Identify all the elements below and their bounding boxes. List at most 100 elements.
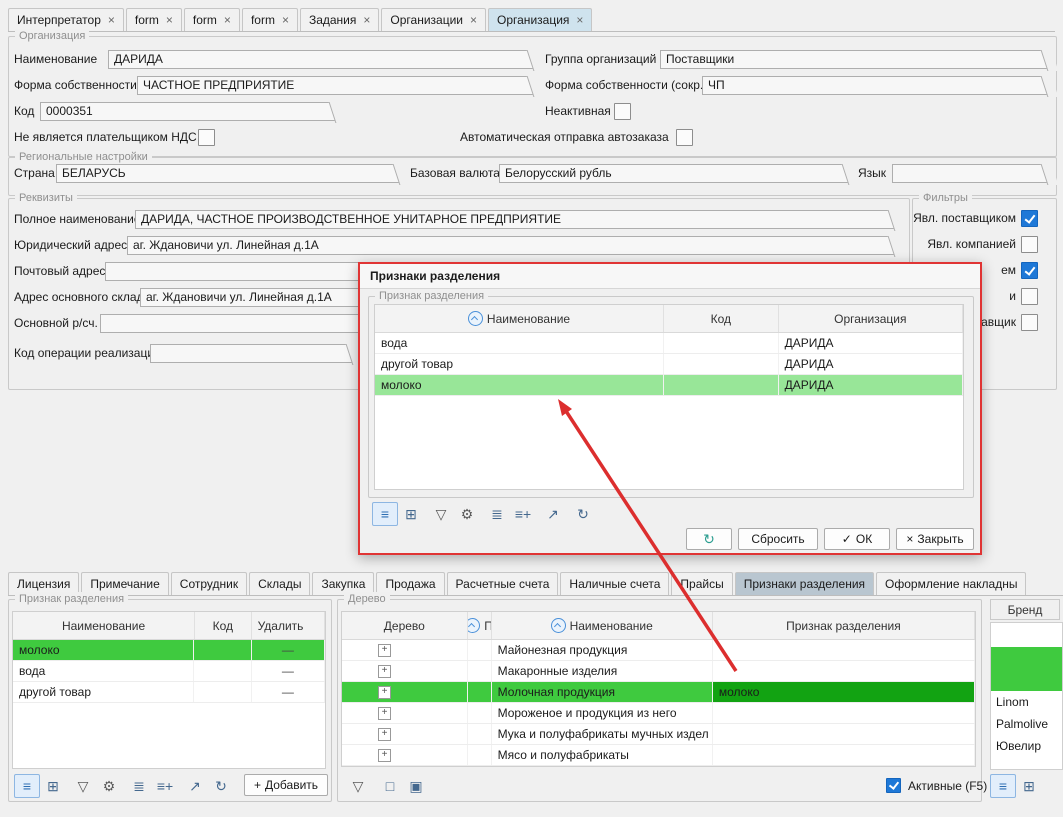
tab-form-3[interactable]: form× [242, 8, 298, 31]
delete-cell[interactable]: — [252, 682, 325, 702]
tree-row[interactable]: + Майонезная продукция [342, 640, 975, 661]
ownership-short-input[interactable]: ЧП [702, 76, 1050, 95]
filter-3-checkbox[interactable] [1021, 262, 1038, 279]
country-input[interactable]: БЕЛАРУСЬ [56, 164, 402, 183]
col-code-header[interactable]: Код [195, 612, 252, 639]
filter-icon[interactable]: ▽ [428, 502, 454, 526]
table-row[interactable]: вода — [13, 661, 325, 682]
inactive-checkbox[interactable] [614, 103, 631, 120]
expand-icon[interactable]: + [378, 707, 391, 720]
numbered-list-icon[interactable]: ≣ [484, 502, 510, 526]
brand-item[interactable] [991, 623, 1062, 647]
auto-order-checkbox[interactable] [676, 129, 693, 146]
col-name-header[interactable]: Наименование [492, 612, 713, 639]
language-input[interactable] [892, 164, 1050, 183]
card-view-icon[interactable]: □ [377, 774, 403, 798]
close-icon[interactable]: × [576, 14, 583, 26]
full-name-input[interactable]: ДАРИДА, ЧАСТНОЕ ПРОИЗВОДСТВЕННОЕ УНИТАРН… [135, 210, 897, 229]
col-delete-header[interactable]: Удалить [252, 612, 325, 639]
currency-input[interactable]: Белорусский рубль [499, 164, 851, 183]
col-code-header[interactable]: Код [664, 305, 779, 332]
tree-row[interactable]: + Мука и полуфабрикаты мучных издел [342, 724, 975, 745]
expand-icon[interactable]: + [378, 686, 391, 699]
filter-icon[interactable]: ▽ [345, 774, 371, 798]
brand-item[interactable] [991, 647, 1062, 691]
tab-zadaniya[interactable]: Задания× [300, 8, 379, 31]
tab-nalichnye-scheta[interactable]: Наличные счета [560, 572, 669, 595]
no-vat-checkbox[interactable] [198, 129, 215, 146]
expand-icon[interactable]: + [378, 728, 391, 741]
refresh-icon[interactable]: ↻ [208, 774, 234, 798]
add-to-list-icon[interactable]: ≡+ [152, 774, 178, 798]
view-list-icon[interactable]: ≡ [990, 774, 1016, 798]
legal-address-input[interactable]: аг. Ждановичи ул. Линейная д.1А [127, 236, 897, 255]
close-icon[interactable]: × [363, 14, 370, 26]
filter-icon[interactable]: ▽ [70, 774, 96, 798]
close-icon[interactable]: × [282, 14, 289, 26]
close-icon[interactable]: × [166, 14, 173, 26]
settings-gear-icon[interactable]: ⚙ [454, 502, 480, 526]
tab-priznaki-razdeleniya[interactable]: Признаки разделения [735, 572, 874, 595]
tab-praysy[interactable]: Прайсы [671, 572, 732, 595]
reset-button[interactable]: Сбросить [738, 528, 818, 550]
delete-cell[interactable]: — [252, 661, 325, 681]
numbered-list-icon[interactable]: ≣ [126, 774, 152, 798]
col-name-header[interactable]: Наименование [375, 305, 664, 332]
table-row[interactable]: другой товар — [13, 682, 325, 703]
filter-5-checkbox[interactable] [1021, 314, 1038, 331]
col-p-header[interactable]: П [468, 612, 492, 639]
close-button[interactable]: ×Закрыть [896, 528, 974, 550]
col-org-header[interactable]: Организация [779, 305, 963, 332]
tab-form-1[interactable]: form× [126, 8, 182, 31]
tab-organizatsii[interactable]: Организации× [381, 8, 486, 31]
table-row[interactable]: молоко — [13, 640, 325, 661]
view-list-icon[interactable]: ≡ [372, 502, 398, 526]
expand-icon[interactable]: + [378, 665, 391, 678]
filter-company-checkbox[interactable] [1021, 236, 1038, 253]
table-view-icon[interactable]: ⊞ [398, 502, 424, 526]
col-attr-header[interactable]: Признак разделения [713, 612, 975, 639]
expand-icon[interactable]: + [378, 644, 391, 657]
table-row[interactable]: молоко ДАРИДА [375, 375, 963, 396]
tree-row[interactable]: + Макаронные изделия [342, 661, 975, 682]
cards-stack-icon[interactable]: ▣ [403, 774, 429, 798]
add-to-list-icon[interactable]: ≡+ [510, 502, 536, 526]
tree-row[interactable]: + Мясо и полуфабрикаты [342, 745, 975, 766]
tab-form-2[interactable]: form× [184, 8, 240, 31]
export-icon[interactable]: ↗ [540, 502, 566, 526]
col-name-header[interactable]: Наименование [13, 612, 195, 639]
close-icon[interactable]: × [224, 14, 231, 26]
tab-raschetnye-scheta[interactable]: Расчетные счета [447, 572, 559, 595]
filter-4-checkbox[interactable] [1021, 288, 1038, 305]
brand-item[interactable]: Ювелир [991, 735, 1062, 757]
tab-organizatsiya[interactable]: Организация× [488, 8, 592, 31]
close-icon[interactable]: × [108, 14, 115, 26]
tree-row[interactable]: + Мороженое и продукция из него [342, 703, 975, 724]
tab-oformlenie-nakladny[interactable]: Оформление накладны [876, 572, 1026, 595]
brand-item[interactable]: Linom [991, 691, 1062, 713]
active-filter-checkbox[interactable] [886, 778, 901, 793]
filter-supplier-checkbox[interactable] [1021, 210, 1038, 227]
sort-asc-icon[interactable] [468, 618, 481, 633]
export-icon[interactable]: ↗ [182, 774, 208, 798]
code-input[interactable]: 0000351 [40, 102, 338, 121]
org-group-input[interactable]: Поставщики [660, 50, 1050, 69]
op-code-input[interactable] [150, 344, 355, 363]
settings-gear-icon[interactable]: ⚙ [96, 774, 122, 798]
tab-interpretator[interactable]: Интерпретатор× [8, 8, 124, 31]
table-view-icon[interactable]: ⊞ [40, 774, 66, 798]
refresh-button[interactable]: ↻ [686, 528, 732, 550]
table-row[interactable]: другой товар ДАРИДА [375, 354, 963, 375]
close-icon[interactable]: × [470, 14, 477, 26]
sort-asc-icon[interactable] [468, 311, 483, 326]
delete-cell[interactable]: — [252, 640, 325, 660]
view-list-icon[interactable]: ≡ [14, 774, 40, 798]
tab-sklady[interactable]: Склады [249, 572, 310, 595]
brand-header[interactable]: Бренд [990, 599, 1060, 620]
table-view-icon[interactable]: ⊞ [1016, 774, 1042, 798]
brand-item[interactable]: Palmolive [991, 713, 1062, 735]
expand-icon[interactable]: + [378, 749, 391, 762]
ok-button[interactable]: ✓ОК [824, 528, 890, 550]
add-button[interactable]: +Добавить [244, 774, 328, 796]
name-input[interactable]: ДАРИДА [108, 50, 536, 69]
